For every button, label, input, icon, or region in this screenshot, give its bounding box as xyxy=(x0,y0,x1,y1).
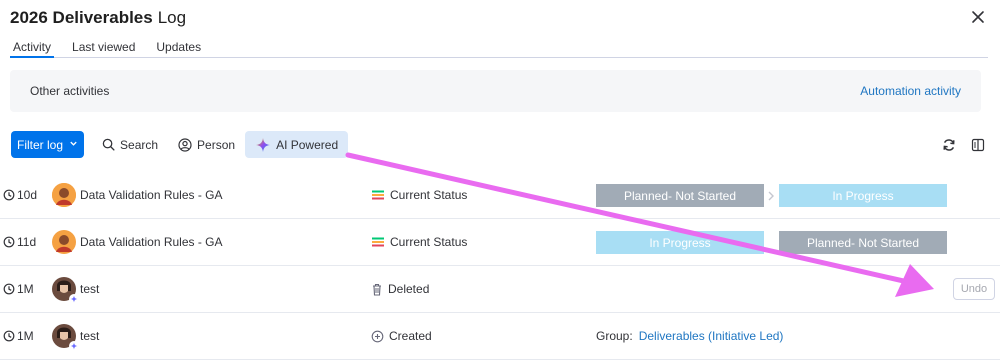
action-label: Created xyxy=(371,313,432,359)
avatar xyxy=(52,324,79,351)
tab-activity[interactable]: Activity xyxy=(10,38,55,58)
other-activities-label: Other activities xyxy=(30,84,110,98)
clock-icon xyxy=(3,236,15,248)
plus-circle-icon xyxy=(371,330,384,342)
sparkle-icon xyxy=(69,294,79,304)
group-label: Group: xyxy=(596,329,633,343)
ai-powered-button[interactable]: AI Powered xyxy=(245,131,349,158)
person-filter-button[interactable]: Person xyxy=(172,131,241,158)
refresh-icon[interactable] xyxy=(942,138,956,152)
board-name: 2026 Deliverables xyxy=(10,8,153,27)
action-label: Deleted xyxy=(371,266,429,312)
toolbar: Filter log Search Person AI Powered xyxy=(11,131,986,158)
timestamp: 10d xyxy=(3,172,37,218)
trash-icon xyxy=(373,283,381,296)
group-link[interactable]: Deliverables (Initiative Led) xyxy=(639,329,784,343)
person-icon xyxy=(178,137,192,152)
page-title: 2026 Deliverables Log xyxy=(10,8,186,34)
group-info: Group: Deliverables (Initiative Led) xyxy=(596,313,783,359)
action-text: Deleted xyxy=(388,282,430,296)
status-from-pill: Planned- Not Started xyxy=(596,184,764,207)
action-label: Current Status xyxy=(371,172,467,218)
timestamp-text: 11d xyxy=(17,235,37,249)
other-activities-bar: Other activities Automation activity xyxy=(10,70,981,112)
sparkle-icon xyxy=(69,341,79,351)
clock-icon xyxy=(3,283,15,295)
action-text: Current Status xyxy=(390,235,468,249)
tab-bar: Activity Last viewed Updates xyxy=(10,38,988,58)
status-from-pill: In Progress xyxy=(596,231,764,254)
status-column-icon xyxy=(372,190,384,200)
activity-row: 11d Data Validation Rules - GA Current S… xyxy=(0,219,1000,266)
action-text: Created xyxy=(389,329,432,343)
person-label: Person xyxy=(197,137,236,152)
clock-icon xyxy=(3,330,15,342)
clock-icon xyxy=(3,189,15,201)
filter-log-label: Filter log xyxy=(17,137,64,152)
item-name[interactable]: Data Validation Rules - GA xyxy=(80,172,223,218)
search-button[interactable]: Search xyxy=(96,131,164,158)
close-icon[interactable] xyxy=(970,9,986,25)
activity-row: 1M test Deleted Undo xyxy=(0,266,1000,313)
timestamp-text: 10d xyxy=(17,188,38,202)
undo-button[interactable]: Undo xyxy=(953,278,995,300)
timestamp: 1M xyxy=(3,266,34,312)
tab-last-viewed[interactable]: Last viewed xyxy=(69,38,138,57)
automation-activity-link[interactable]: Automation activity xyxy=(860,84,961,98)
avatar xyxy=(52,277,79,304)
timestamp-text: 1M xyxy=(17,329,34,343)
status-to-pill: In Progress xyxy=(779,184,947,207)
tab-updates[interactable]: Updates xyxy=(153,38,204,57)
status-column-icon xyxy=(372,237,384,247)
chevron-down-icon xyxy=(69,139,78,150)
timestamp: 1M xyxy=(3,313,34,359)
search-label: Search xyxy=(120,137,159,152)
action-label: Current Status xyxy=(371,219,467,265)
toolbar-right xyxy=(928,137,986,153)
item-name[interactable]: Data Validation Rules - GA xyxy=(80,219,223,265)
item-name[interactable]: test xyxy=(80,313,99,359)
sparkle-icon xyxy=(256,137,271,152)
activity-row: 1M test Created Group: Deliverables (Ini… xyxy=(0,313,1000,360)
avatar xyxy=(52,230,76,254)
search-icon xyxy=(102,138,115,151)
timestamp: 11d xyxy=(3,219,36,265)
activity-row: 10d Data Validation Rules - GA Current S… xyxy=(0,172,1000,219)
avatar xyxy=(52,183,76,207)
status-to-pill: Planned- Not Started xyxy=(779,231,947,254)
chevron-right-icon xyxy=(766,184,776,207)
item-name[interactable]: test xyxy=(80,266,99,312)
timestamp-text: 1M xyxy=(17,282,34,296)
ai-powered-label: AI Powered xyxy=(276,137,339,152)
title-suffix: Log xyxy=(157,8,187,27)
action-text: Current Status xyxy=(390,188,468,202)
split-view-icon[interactable] xyxy=(970,137,986,153)
filter-log-button[interactable]: Filter log xyxy=(11,131,85,158)
